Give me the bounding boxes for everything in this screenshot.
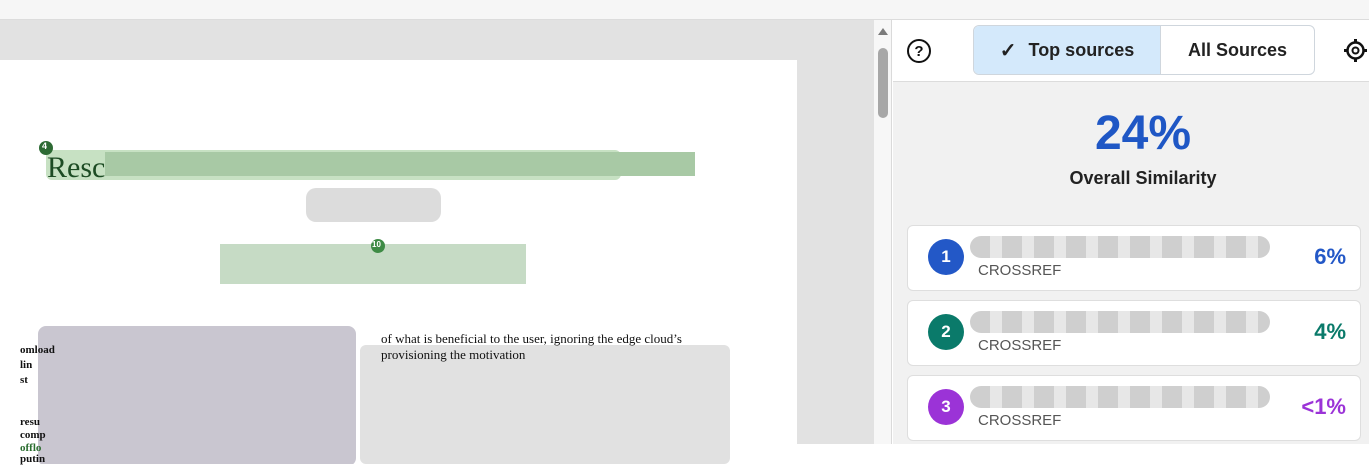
scroll-thumb[interactable] <box>878 48 888 118</box>
window-top-bar <box>0 0 1369 20</box>
panel-header: ? ✓ Top sources All Sources <box>893 20 1369 82</box>
tab-top-sources-label: Top sources <box>1028 39 1135 60</box>
source-type: CROSSREF <box>978 337 1062 354</box>
document-line-1: of what is beneficial to the user, ignor… <box>381 331 682 346</box>
left-fragment-3: st <box>20 374 28 386</box>
left-fragment-1: omload <box>20 344 55 356</box>
source-name-redacted <box>970 236 1270 258</box>
source-name-redacted <box>970 386 1270 408</box>
source-number-badge: 1 <box>928 239 964 275</box>
left-fragment-7: putin <box>20 453 46 465</box>
source-card[interactable]: 3 CROSSREF <1% <box>907 375 1361 441</box>
document-content <box>38 141 730 464</box>
overall-similarity-label: Overall Similarity <box>1069 168 1217 188</box>
document-viewer[interactable]: 4 10 Resc of what is beneficial to the u… <box>0 20 874 465</box>
tab-all-sources[interactable]: All Sources <box>1161 26 1314 74</box>
similarity-panel: ? ✓ Top sources All Sources 24% Overall … <box>893 20 1369 444</box>
tab-top-sources[interactable]: ✓ Top sources <box>974 26 1161 74</box>
left-fragment-2: lin <box>20 359 33 371</box>
source-type: CROSSREF <box>978 262 1062 279</box>
source-filter-toggle: ✓ Top sources All Sources <box>973 25 1315 75</box>
marker-4: 4 <box>42 141 48 151</box>
source-name-redacted <box>970 311 1270 333</box>
left-fragment-5: comp <box>20 429 46 441</box>
document-title-fragment: Resc <box>47 151 106 184</box>
source-percent: <1% <box>1301 394 1346 419</box>
source-percent: 4% <box>1314 319 1346 344</box>
source-number-badge: 3 <box>928 389 964 425</box>
source-number-badge: 2 <box>928 314 964 350</box>
help-circle-icon[interactable]: ? <box>906 38 932 64</box>
left-fragment-4: resu <box>20 416 40 428</box>
source-card[interactable]: 2 CROSSREF 4% <box>907 300 1361 366</box>
document-line-2: provisioning the motivation <box>381 347 526 362</box>
source-type: CROSSREF <box>978 412 1062 429</box>
document-page: 4 10 Resc of what is beneficial to the u… <box>0 60 797 465</box>
gear-icon[interactable] <box>1342 37 1369 64</box>
overall-similarity-percent: 24% <box>1094 107 1192 160</box>
scroll-up-arrow-icon[interactable] <box>878 28 888 35</box>
check-icon: ✓ <box>999 39 1017 62</box>
svg-text:?: ? <box>914 43 923 60</box>
marker-10: 10 <box>372 240 381 249</box>
tab-all-sources-label: All Sources <box>1187 39 1288 60</box>
source-percent: 6% <box>1314 244 1346 269</box>
source-card[interactable]: 1 CROSSREF 6% <box>907 225 1361 291</box>
document-scrollbar[interactable] <box>874 20 892 444</box>
